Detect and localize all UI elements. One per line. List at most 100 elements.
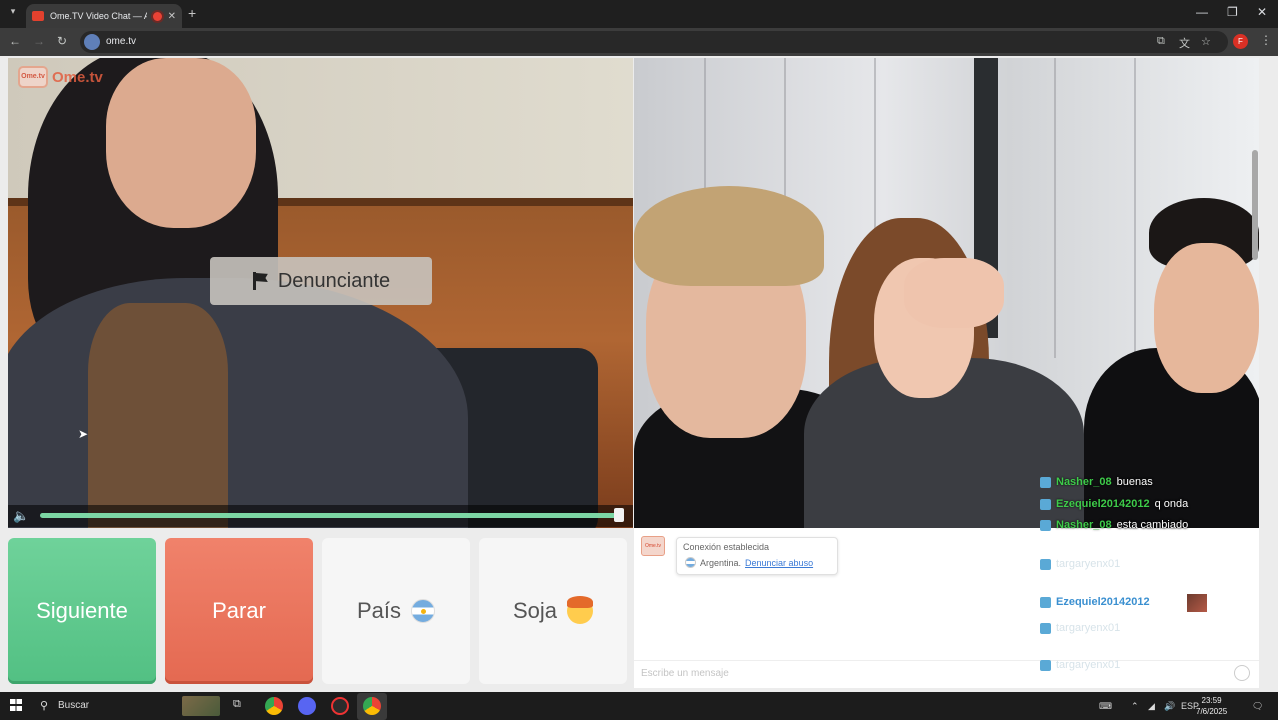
volume-slider[interactable] — [40, 513, 624, 518]
ometv-chat-logo-icon: Ome.tv — [641, 536, 665, 556]
youtube-favicon-icon — [32, 11, 44, 21]
comment-author: Ezequiel20142012 — [1056, 596, 1150, 608]
speaker-icon[interactable]: 🔈 — [13, 508, 29, 524]
volume-tray-icon[interactable]: 🔊 — [1164, 701, 1175, 712]
system-country-text: Argentina. — [700, 557, 742, 568]
video-person3-hand — [904, 258, 1004, 328]
site-info-icon[interactable] — [84, 34, 100, 50]
flag-icon — [252, 272, 268, 290]
video-person-shirt — [88, 303, 228, 528]
profile-avatar[interactable]: F — [1233, 34, 1248, 49]
system-connected-text: Conexión establecida — [683, 542, 770, 552]
back-icon[interactable]: ← — [9, 34, 21, 48]
stop-label: Parar — [212, 598, 266, 623]
comment-badge-icon — [1040, 596, 1051, 608]
gender-button[interactable]: Soja — [479, 538, 627, 684]
ometv-logo: Ome.tv Ome.tv — [18, 66, 103, 88]
ometv-logo-icon: Ome.tv — [18, 66, 48, 88]
next-button[interactable]: Siguiente — [8, 538, 156, 684]
keyboard-icon[interactable]: ⌨ — [1099, 701, 1112, 712]
taskbar-clock[interactable]: 23:59 7/6/2025 — [1196, 695, 1227, 717]
comment-author: targaryenx01 — [1056, 622, 1121, 634]
emoji-icon[interactable] — [1234, 665, 1250, 681]
comment-author: targaryenx01 — [1056, 558, 1121, 570]
report-abuse-link[interactable]: Denunciar abuso — [745, 558, 813, 568]
boy-face-icon — [567, 596, 594, 624]
tab-ometv[interactable]: Ome.TV Video Chat — Alte ✕ — [26, 4, 182, 28]
url-text[interactable]: ome.tv — [106, 36, 136, 47]
windows-start-icon[interactable] — [10, 699, 22, 711]
translate-icon[interactable]: 文 — [1179, 35, 1190, 51]
comment-author: Nasher_08 — [1056, 519, 1112, 531]
cast-icon[interactable]: ⧉ — [1157, 35, 1165, 48]
overlay-comment: targaryenx01 — [1040, 622, 1120, 634]
overlay-comment: targaryenx01 — [1040, 558, 1120, 570]
tab-search-icon[interactable]: ▾ — [6, 6, 20, 20]
comment-author: targaryenx01 — [1056, 659, 1121, 671]
recording-icon — [152, 11, 162, 21]
window-close-icon[interactable]: ✕ — [1257, 5, 1267, 19]
report-button[interactable]: Denunciante — [210, 257, 432, 305]
chrome-taskbar-icon[interactable] — [265, 697, 283, 715]
ometv-logo-text: Ome.tv — [52, 68, 103, 86]
page-scrollbar[interactable] — [1252, 150, 1258, 260]
comment-badge-icon — [1040, 476, 1051, 488]
taskbar-search-label: Buscar — [58, 700, 90, 711]
remote-video — [634, 58, 1259, 528]
search-highlight-image — [182, 696, 220, 716]
system-country-line: Argentina. Denunciar abuso — [685, 557, 813, 568]
stop-button[interactable]: Parar — [165, 538, 313, 684]
restore-icon[interactable]: ❐ — [1227, 5, 1238, 19]
mouse-cursor-icon: ➤ — [78, 427, 89, 441]
message-placeholder[interactable]: Escribe un mensaje — [641, 668, 729, 679]
gender-label: Soja — [512, 598, 558, 623]
obs-taskbar-icon[interactable] — [331, 697, 349, 715]
discord-taskbar-icon[interactable] — [298, 697, 316, 715]
comment-badge-icon — [1040, 519, 1051, 531]
country-button[interactable]: País — [322, 538, 470, 684]
notifications-icon[interactable]: 🗨 — [1252, 701, 1263, 712]
reload-icon[interactable]: ↻ — [57, 34, 67, 48]
video-person2-hair — [634, 186, 824, 286]
search-icon: ⚲ — [40, 700, 49, 712]
video-person-face — [106, 58, 256, 228]
clock-time: 23:59 — [1201, 696, 1222, 705]
comment-avatar — [1187, 594, 1207, 612]
omnibox[interactable] — [80, 31, 1228, 53]
country-label: País — [356, 598, 402, 623]
comment-badge-icon — [1040, 558, 1051, 570]
video-person-jacket — [8, 278, 468, 528]
close-tab-icon[interactable]: ✕ — [168, 11, 176, 22]
volume-slider-handle[interactable] — [614, 508, 624, 522]
curtain-fold — [1054, 58, 1056, 358]
comment-text: esta cambiado — [1116, 519, 1189, 531]
comment-badge-icon — [1040, 622, 1051, 634]
minimize-icon[interactable]: — — [1196, 5, 1208, 19]
comment-badge-icon — [1040, 498, 1051, 510]
comment-author: Ezequiel20142012 — [1056, 498, 1150, 510]
video-person4-face — [1154, 243, 1259, 393]
comment-text: q onda — [1154, 498, 1189, 510]
comment-badge-icon — [1040, 659, 1051, 671]
task-view-icon[interactable]: ⧉ — [233, 698, 241, 711]
argentina-flag-icon — [411, 599, 436, 623]
report-label: Denunciante — [277, 269, 391, 292]
overlay-comment: Ezequiel20142012 — [1040, 596, 1150, 608]
new-tab-icon[interactable]: + — [188, 5, 196, 21]
wifi-icon[interactable]: ◢ — [1148, 701, 1155, 712]
argentina-flag-icon — [685, 557, 696, 568]
tray-chevron-icon[interactable]: ⌃ — [1131, 701, 1139, 712]
browser-tab-strip: ▾ Ome.TV Video Chat — Alte ✕ + — ❐ ✕ — [0, 0, 1278, 28]
taskbar-search[interactable]: ⚲ Buscar — [32, 695, 222, 717]
tab-title: Ome.TV Video Chat — Alte — [50, 11, 147, 21]
overlay-comment: Nasher_08 buenas — [1040, 476, 1153, 488]
curtain-fold — [1134, 58, 1136, 358]
forward-icon[interactable]: → — [33, 34, 45, 48]
comment-text: buenas — [1116, 476, 1153, 488]
chrome-active-taskbar-icon[interactable] — [363, 697, 381, 715]
next-label: Siguiente — [36, 598, 128, 623]
clock-date: 7/6/2025 — [1196, 707, 1228, 716]
bookmark-star-icon[interactable]: ☆ — [1201, 35, 1211, 48]
overlay-comment: Ezequiel20142012 q onda — [1040, 498, 1188, 510]
browser-menu-icon[interactable]: ⋮ — [1260, 33, 1272, 47]
